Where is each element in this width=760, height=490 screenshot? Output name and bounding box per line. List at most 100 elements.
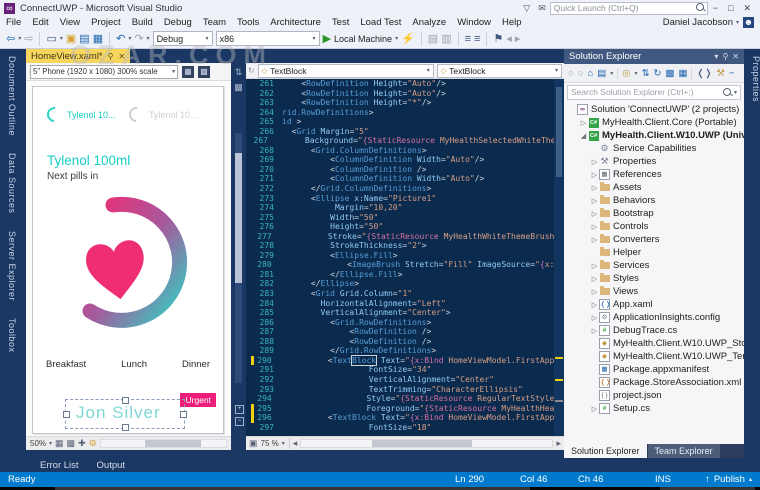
code-line-278[interactable]: 278 StrokeThickness="2"> <box>246 241 564 251</box>
undo-icon[interactable]: ↶ <box>116 32 125 45</box>
tool-tab-toolbox[interactable]: Toolbox <box>7 318 17 353</box>
code-line-293[interactable]: 293 TextTrimming="CharacterEllipsis" <box>246 385 564 395</box>
filter-caret-icon[interactable]: ▾ <box>635 70 638 77</box>
toggle-artboard-icon[interactable]: ⚙ <box>89 438 97 449</box>
code-line-271[interactable]: 271 <ColumnDefinition Width="Auto"/> <box>246 174 564 184</box>
restore-button[interactable]: □ <box>728 3 733 13</box>
user-avatar[interactable]: ☻ <box>743 17 754 28</box>
tree-item-myhealth-client-w10-uwp-universal-windows[interactable]: ◢C#MyHealth.Client.W10.UWP (Universal Wi… <box>564 129 744 142</box>
medication-title[interactable]: Tylenol 100ml <box>47 153 130 168</box>
navigate-back-caret-icon[interactable]: ▾ <box>18 35 21 42</box>
bottom-tab-output[interactable]: Output <box>97 460 126 471</box>
forward-icon[interactable]: ○ <box>578 68 584 79</box>
tree-item-myhealth-client-w10-uwp-storekey-pfx[interactable]: ◆MyHealth.Client.W10.UWP_StoreKey.pfx <box>564 337 744 350</box>
solution-explorer-titlebar[interactable]: Solution Explorer ▾ ⚲ ✕ <box>564 49 744 64</box>
device-preview-dropdown[interactable]: 5" Phone (1920 x 1080) 300% scale ▾ <box>30 65 178 79</box>
tree-item-views[interactable]: ▷Views <box>564 285 744 298</box>
snaplines-icon[interactable]: ✚ <box>78 438 86 449</box>
designer-zoom-caret-icon[interactable]: ▾ <box>49 440 52 447</box>
expander-icon[interactable]: ▷ <box>590 171 599 179</box>
feedback-icon[interactable]: ▽ <box>523 3 530 14</box>
designer-v-scrollbar[interactable] <box>235 133 242 383</box>
expander-icon[interactable]: ◢ <box>579 132 588 140</box>
pin-icon[interactable]: ⚲ <box>722 52 728 61</box>
debug-target-label[interactable]: Local Machine <box>334 34 392 44</box>
code-line-290[interactable]: 290 <TextBlock Text="{x:Bind HomeViewMod… <box>246 356 564 366</box>
minimize-button[interactable]: − <box>713 3 718 13</box>
undo-caret-icon[interactable]: ▾ <box>128 35 131 42</box>
bottom-tab-error-list[interactable]: Error List <box>40 460 79 471</box>
solution-search-input[interactable]: Search Solution Explorer (Ctrl+;) ▾ <box>567 85 741 100</box>
save-all-icon[interactable]: ▦ <box>93 32 103 45</box>
code-line-275[interactable]: 275 Width="50" <box>246 213 564 223</box>
code-line-263[interactable]: 263 <RowDefinition Height="*"/> <box>246 98 564 108</box>
menu-project[interactable]: Project <box>91 17 121 28</box>
wrench-icon[interactable]: ⚒ <box>716 68 725 79</box>
menu-build[interactable]: Build <box>132 17 153 28</box>
designer-zoom-value[interactable]: 50% <box>30 439 46 448</box>
meal-label-breakfast[interactable]: Breakfast <box>46 359 86 370</box>
switch-views-caret-icon[interactable]: ▾ <box>610 70 613 77</box>
attach-icon[interactable]: ⚡ <box>401 32 415 45</box>
code-line-281[interactable]: 281 </Ellipse.Fill> <box>246 270 564 280</box>
tree-item-package-storeassociation-xml[interactable]: ❬❭Package.StoreAssociation.xml <box>564 376 744 389</box>
switch-views-icon[interactable]: ▤ <box>597 68 606 79</box>
code-line-291[interactable]: 291 FontSize="34" <box>246 365 564 375</box>
tree-item-behaviors[interactable]: ▷Behaviors <box>564 194 744 207</box>
menu-window[interactable]: Window <box>457 17 491 28</box>
expander-icon[interactable]: ▷ <box>590 314 599 322</box>
tree-item-project-json[interactable]: { }project.json <box>564 389 744 402</box>
tab-homeview-xaml[interactable]: HomeView.xaml* ⚲ ✕ <box>26 49 130 63</box>
tree-item-package-appxmanifest[interactable]: ▦Package.appxmanifest <box>564 363 744 376</box>
code-line-269[interactable]: 269 <ColumnDefinition Width="Auto"/> <box>246 155 564 165</box>
menu-edit[interactable]: Edit <box>32 17 48 28</box>
expand-pane-icon[interactable]: ▩ <box>231 82 246 93</box>
open-file-icon[interactable]: ▣ <box>66 32 76 45</box>
code-line-280[interactable]: 280 <ImageBrush Stretch="Fill" ImageSour… <box>246 260 564 270</box>
code-line-270[interactable]: 270 <ColumnDefinition /> <box>246 165 564 175</box>
tool-tab-data-sources[interactable]: Data Sources <box>7 153 17 214</box>
tree-item-controls[interactable]: ▷Controls <box>564 220 744 233</box>
properties-icon[interactable]: ▦ <box>678 68 687 79</box>
expander-icon[interactable]: ▷ <box>590 236 599 244</box>
code-line-296[interactable]: 296 <TextBlock Text="{x:Bind HomeViewMod… <box>246 413 564 423</box>
tool-tab-document-outline[interactable]: Document Outline <box>7 56 17 136</box>
publish-button[interactable]: ↑ Publish ▴ <box>705 474 752 485</box>
swap-panes-icon[interactable]: ⇅ <box>231 67 246 78</box>
pending-changes-filter-icon[interactable]: ◎ <box>622 68 630 79</box>
pin-icon[interactable]: ⚲ <box>108 52 114 61</box>
urgent-badge[interactable]: Urgent <box>180 393 216 407</box>
view-code-icon[interactable]: ❬❭ <box>696 68 712 79</box>
expander-icon[interactable]: ▷ <box>590 197 599 205</box>
quick-launch-input[interactable]: Quick Launch (Ctrl+Q) <box>550 2 708 15</box>
tree-item-properties[interactable]: ▷⚒Properties <box>564 155 744 168</box>
collapse-all-icon[interactable]: ▩ <box>666 68 675 79</box>
menu-debug[interactable]: Debug <box>164 17 192 28</box>
editor-h-scrollbar[interactable] <box>300 439 553 448</box>
scroll-right-icon[interactable]: ▸ <box>556 438 561 449</box>
resize-handle[interactable] <box>63 411 70 418</box>
preview-icon[interactable]: − <box>729 68 735 79</box>
med-tab-active[interactable]: Tylenol 10... <box>47 107 116 122</box>
expander-icon[interactable]: ▷ <box>590 301 599 309</box>
expander-icon[interactable]: ▷ <box>590 223 599 231</box>
panel-menu-caret-icon[interactable]: ▾ <box>714 52 718 61</box>
code-line-295[interactable]: 295 Foreground="{StaticResource MyHealth… <box>246 404 564 414</box>
tree-item-setup-cs[interactable]: ▷#Setup.cs <box>564 402 744 415</box>
tree-item-app-xaml[interactable]: ▷❬❭App.xaml <box>564 298 744 311</box>
code-line-287[interactable]: 287 <RowDefinition /> <box>246 327 564 337</box>
signed-in-user[interactable]: Daniel Jacobson <box>663 17 733 28</box>
code-line-294[interactable]: 294 Style="{StaticResource RegularTextSt… <box>246 394 564 404</box>
tree-item-helper[interactable]: Helper <box>564 246 744 259</box>
expander-icon[interactable]: ▷ <box>590 288 599 296</box>
outdent-icon[interactable]: ≡ <box>474 33 480 45</box>
code-line-267[interactable]: 267 Background="{StaticResource MyHealth… <box>246 136 564 146</box>
resize-handle[interactable] <box>180 411 187 418</box>
show-grid-icon[interactable]: ▦ <box>55 438 64 449</box>
scroll-left-icon[interactable]: ◂ <box>293 438 298 449</box>
selected-textblock[interactable]: Jon Silver <box>76 403 161 423</box>
code-line-264[interactable]: 264rid.RowDefinitions> <box>246 108 564 118</box>
code-line-276[interactable]: 276 Height="50" <box>246 222 564 232</box>
sync-with-active-document-icon[interactable]: ⇅ <box>642 68 650 79</box>
element-breadcrumb-dropdown[interactable]: ◇ TextBlock ▾ <box>258 64 434 78</box>
